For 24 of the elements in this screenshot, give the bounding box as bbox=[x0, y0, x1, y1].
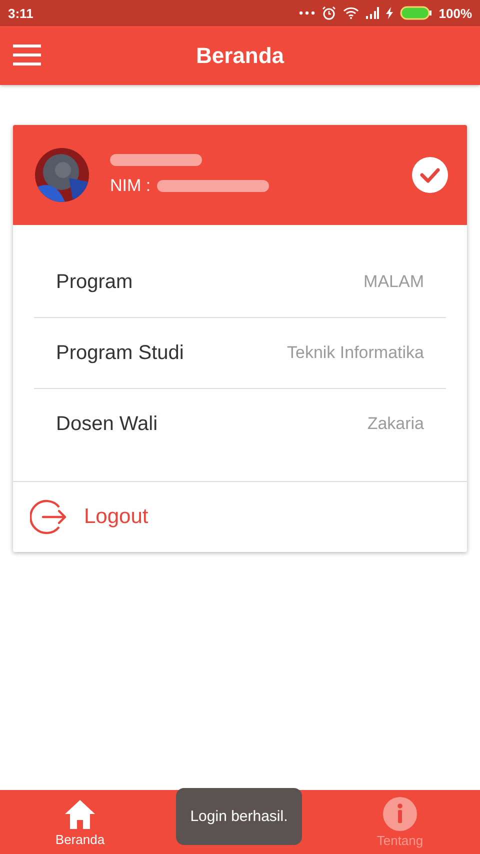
toast-message: Login berhasil. bbox=[176, 788, 302, 845]
signal-icon bbox=[366, 7, 379, 19]
detail-value: MALAM bbox=[364, 272, 424, 292]
wifi-icon bbox=[342, 7, 359, 19]
logout-icon bbox=[30, 498, 68, 536]
more-icon bbox=[298, 11, 315, 15]
detail-label: Dosen Wali bbox=[56, 412, 158, 436]
info-icon bbox=[383, 796, 417, 830]
detail-value: Teknik Informatika bbox=[287, 343, 424, 363]
menu-icon[interactable] bbox=[13, 44, 41, 66]
screen-title: Beranda bbox=[196, 42, 284, 68]
nav-tab[interactable]: Beranda bbox=[0, 790, 160, 854]
detail-value: Zakaria bbox=[367, 414, 424, 434]
battery-percent: 100% bbox=[438, 6, 472, 20]
logout-button[interactable]: Logout bbox=[13, 482, 467, 552]
avatar bbox=[35, 148, 89, 202]
clock-time: 3:11 bbox=[8, 6, 34, 20]
detail-label: Program Studi bbox=[56, 342, 184, 364]
detail-label: Program bbox=[56, 270, 133, 294]
charging-icon bbox=[386, 7, 393, 19]
nim-label: NIM : bbox=[110, 176, 151, 196]
battery-icon bbox=[400, 6, 432, 20]
home-icon bbox=[63, 798, 97, 830]
alarm-icon bbox=[322, 6, 336, 20]
